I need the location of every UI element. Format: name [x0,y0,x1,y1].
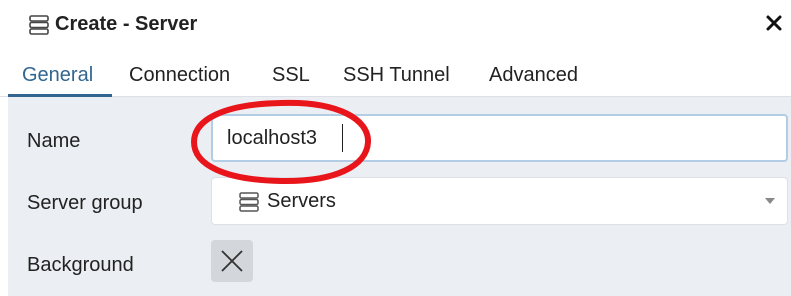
tab-bar: General Connection SSL SSH Tunnel Advanc… [0,50,791,97]
dialog-title: Create - Server [55,13,198,35]
create-server-dialog: Create - Server General Connection SSL S… [0,0,791,296]
close-icon[interactable] [764,13,784,33]
background-color-picker[interactable] [211,240,253,282]
tab-ssl[interactable]: SSL [272,62,310,88]
general-form: Name Server group Servers Background [8,97,791,296]
dialog-titlebar: Create - Server [0,0,791,50]
server-group-label: Server group [27,192,143,214]
server-group-value: Servers [267,190,336,212]
name-input[interactable] [211,114,788,162]
name-label: Name [27,130,81,152]
tab-connection[interactable]: Connection [129,62,230,88]
tab-ssh-tunnel[interactable]: SSH Tunnel [343,62,450,88]
chevron-down-icon[interactable] [765,198,775,204]
server-group-select[interactable]: Servers [211,177,788,225]
background-label: Background [27,254,134,276]
tab-advanced[interactable]: Advanced [489,62,578,88]
server-icon [239,192,259,212]
x-icon [221,250,243,272]
tab-general[interactable]: General [22,62,93,88]
server-icon [29,15,49,35]
text-cursor [342,124,343,152]
